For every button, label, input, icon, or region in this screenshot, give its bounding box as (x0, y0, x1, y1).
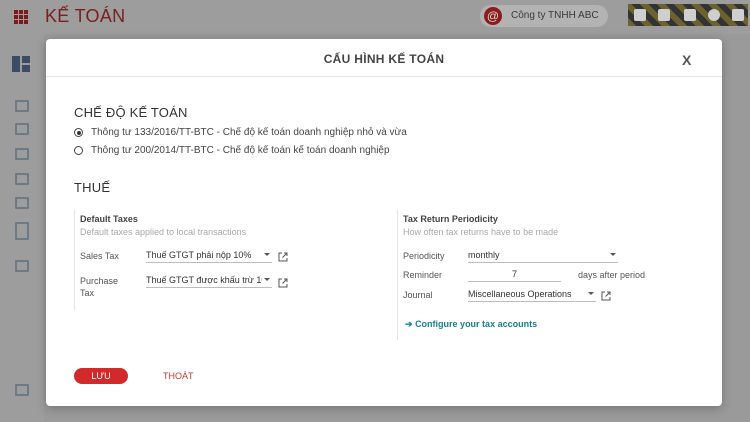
chevron-down-icon (264, 253, 270, 256)
cancel-button[interactable]: THOÁT (163, 371, 194, 381)
chat-icon[interactable] (658, 9, 670, 21)
default-taxes-divider (74, 210, 75, 310)
settings-icon[interactable] (732, 9, 744, 21)
journal-select[interactable]: Miscellaneous Operations (468, 288, 596, 302)
purchase-tax-label: Purchase Tax (80, 275, 118, 299)
bank-icon[interactable] (15, 123, 29, 135)
periodicity-select[interactable]: monthly (468, 249, 618, 263)
sales-tax-label: Sales Tax (80, 251, 119, 261)
dialog-title: CẤU HÌNH KẾ TOÁN (323, 52, 445, 66)
journal-value: Miscellaneous Operations (468, 289, 572, 299)
chevron-down-icon (588, 292, 594, 295)
external-link-icon[interactable] (278, 278, 288, 288)
external-link-icon[interactable] (278, 252, 288, 262)
institution-icon[interactable] (15, 384, 29, 396)
default-taxes-title: Default Taxes (80, 214, 138, 224)
purchase-tax-value: Thuế GTGT được khấu trừ 10% (146, 275, 262, 285)
sidebar (0, 34, 44, 422)
configure-tax-accounts-link[interactable]: ➔ Configure your tax accounts (405, 319, 537, 330)
reminder-input[interactable]: 7 (468, 268, 561, 282)
chevron-down-icon (264, 278, 270, 281)
company-logo-icon: @ (484, 7, 502, 25)
periodicity-value: monthly (468, 250, 500, 260)
cart-icon[interactable] (15, 173, 29, 185)
invoice-icon[interactable] (15, 197, 29, 209)
periodicity-title: Tax Return Periodicity (403, 214, 498, 224)
company-name: Công ty TNHH ABC (511, 10, 599, 21)
purchase-tax-label-line1: Purchase (80, 276, 119, 286)
periodicity-divider (397, 210, 398, 340)
journal-label: Journal (403, 290, 433, 300)
dashboard-icon[interactable] (12, 56, 30, 72)
configure-link-label: Configure your tax accounts (415, 319, 538, 329)
notification-icon[interactable] (684, 9, 696, 21)
reminder-label: Reminder (403, 270, 443, 280)
chart-icon[interactable] (15, 100, 29, 112)
arrow-right-icon: ➔ (405, 319, 413, 329)
dialog-header: CẤU HÌNH KẾ TOÁN X (46, 39, 722, 77)
home-icon[interactable] (634, 9, 646, 21)
sales-tax-select[interactable]: Thuế GTGT phải nộp 10% (146, 249, 272, 263)
toolbar-icons (628, 4, 748, 26)
app-title: KẾ TOÁN (45, 6, 126, 26)
close-button[interactable]: X (682, 52, 691, 68)
documents-icon[interactable] (15, 148, 29, 160)
purchase-tax-label-line2: Tax (80, 288, 95, 298)
purchase-tax-select[interactable]: Thuế GTGT được khấu trừ 10% (146, 274, 272, 288)
tax-heading: THUẾ (74, 180, 111, 195)
option-label: Thông tư 200/2014/TT-BTC - Chế độ kế toá… (91, 145, 390, 156)
accounting-config-dialog: CẤU HÌNH KẾ TOÁN X CHẾ ĐỘ KẾ TOÁN Thông … (46, 39, 722, 406)
calculator-icon[interactable] (15, 222, 29, 240)
periodicity-subtitle: How often tax returns have to be made (403, 227, 559, 237)
accounting-mode-option-200[interactable]: Thông tư 200/2014/TT-BTC - Chế độ kế toá… (74, 145, 390, 156)
apps-grid-icon[interactable] (14, 10, 28, 24)
user-icon[interactable] (708, 9, 720, 21)
save-button[interactable]: LƯU (74, 368, 128, 384)
option-label: Thông tư 133/2016/TT-BTC - Chế độ kế toá… (91, 127, 407, 138)
radio-button-checked[interactable] (74, 128, 83, 137)
radio-button[interactable] (74, 146, 83, 155)
reminder-suffix: days after period (578, 270, 646, 280)
sales-tax-value: Thuế GTGT phải nộp 10% (146, 250, 252, 260)
tools-icon[interactable] (15, 260, 29, 272)
periodicity-label: Periodicity (403, 251, 445, 261)
chevron-down-icon (610, 253, 616, 256)
top-bar: KẾ TOÁN @ Công ty TNHH ABC (0, 0, 750, 34)
company-switcher[interactable]: @ Công ty TNHH ABC (480, 5, 608, 27)
accounting-mode-heading: CHẾ ĐỘ KẾ TOÁN (74, 105, 188, 120)
accounting-mode-option-133[interactable]: Thông tư 133/2016/TT-BTC - Chế độ kế toá… (74, 127, 407, 138)
external-link-icon[interactable] (601, 291, 611, 301)
default-taxes-subtitle: Default taxes applied to local transacti… (80, 227, 247, 237)
